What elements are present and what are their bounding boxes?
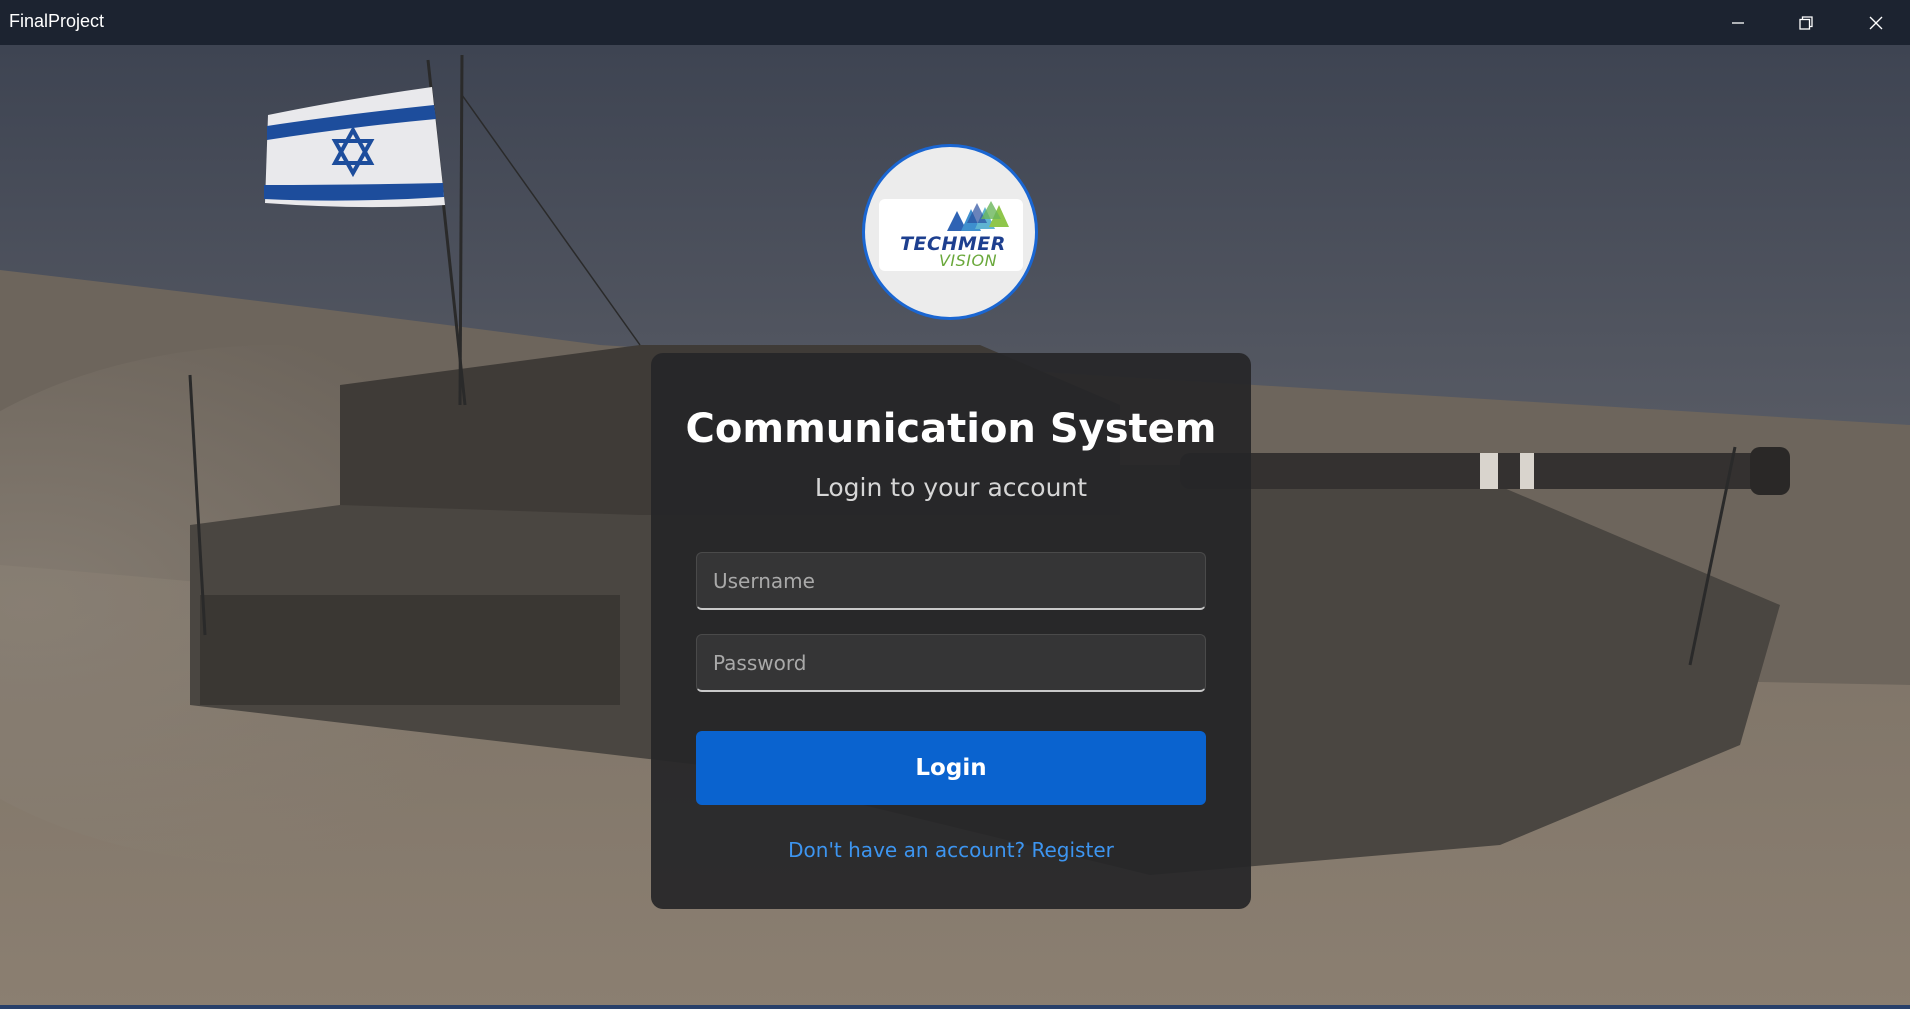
page-title: Communication System bbox=[685, 406, 1217, 452]
window-title: FinalProject bbox=[9, 11, 105, 31]
login-button[interactable]: Login bbox=[696, 731, 1206, 805]
title-bar: FinalProject bbox=[0, 0, 1910, 45]
page-subtitle: Login to your account bbox=[814, 473, 1088, 502]
username-input[interactable] bbox=[696, 552, 1206, 610]
bottom-border bbox=[0, 1005, 1910, 1009]
restore-icon bbox=[1798, 15, 1814, 31]
close-icon bbox=[1868, 15, 1884, 31]
logo-text-secondary: VISION bbox=[938, 251, 998, 270]
password-input[interactable] bbox=[696, 634, 1206, 692]
maximize-button[interactable] bbox=[1772, 0, 1840, 45]
logo-mark-icon bbox=[947, 201, 1009, 231]
minimize-button[interactable] bbox=[1704, 0, 1772, 45]
login-card: Communication System Login to your accou… bbox=[651, 353, 1251, 909]
close-button[interactable] bbox=[1842, 0, 1910, 45]
logo: TECHMER VISION bbox=[862, 144, 1038, 320]
minimize-icon bbox=[1730, 15, 1746, 31]
register-link[interactable]: Don't have an account? Register bbox=[651, 838, 1251, 862]
